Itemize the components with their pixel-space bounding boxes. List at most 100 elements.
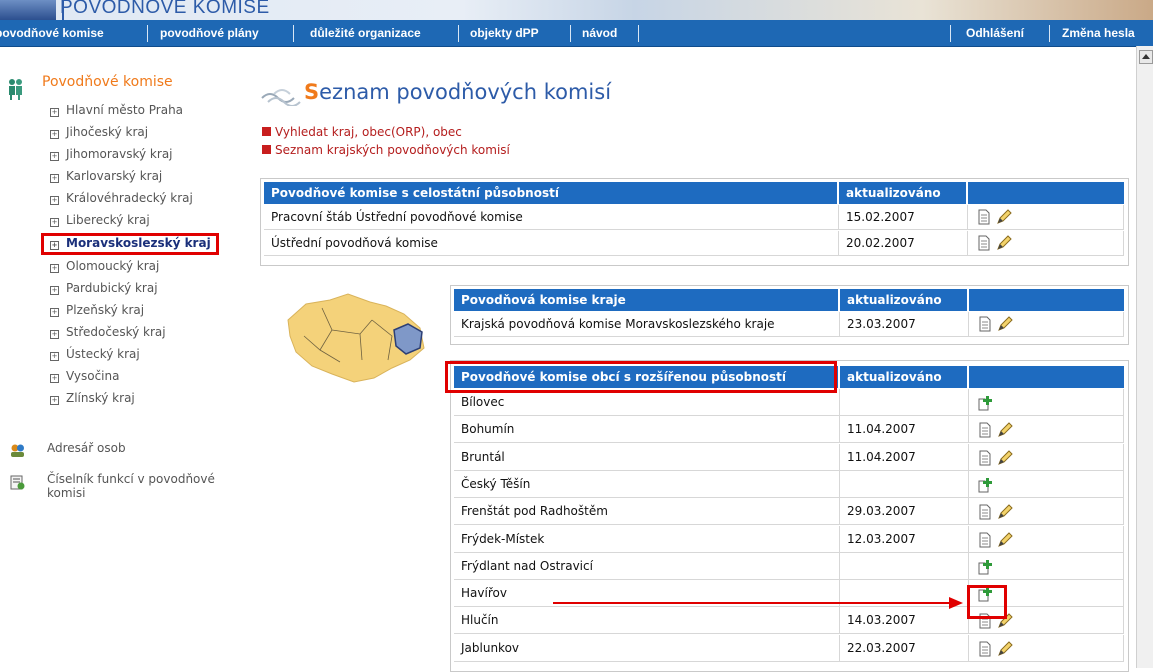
updated-date: 20.02.2007 <box>839 231 968 256</box>
red-bullet-icon <box>262 127 271 136</box>
change-password-link[interactable]: Změna hesla <box>1062 20 1135 46</box>
sidebar-item-label: Hlavní město Praha <box>66 103 184 117</box>
edit-icon[interactable] <box>997 449 1013 465</box>
page-title: Seznam povodňových komisí <box>304 80 611 104</box>
sidebar-item-pardubicky-kraj[interactable]: + Pardubický kraj <box>50 278 158 298</box>
edit-icon[interactable] <box>997 421 1013 438</box>
updated-header: aktualizováno <box>840 289 967 311</box>
add-document-icon[interactable] <box>977 394 993 411</box>
function-list-icon <box>10 475 25 490</box>
view-document-icon[interactable] <box>976 209 992 225</box>
nav-item-dulezite-organizace[interactable]: důležité organizace <box>310 20 421 46</box>
sidebar-item-label: Středočeský kraj <box>66 325 166 339</box>
nav-separator <box>950 25 951 42</box>
regional-committees-link[interactable]: Seznam krajských povodňových komisí <box>262 143 510 157</box>
actions-header <box>968 182 1124 204</box>
red-bullet-icon <box>262 145 271 154</box>
committee-name: Pracovní štáb Ústřední povodňové komise <box>264 205 839 230</box>
sidebar-item-jihocesky-kraj[interactable]: + Jihočeský kraj <box>50 122 148 142</box>
updated-date <box>840 552 969 580</box>
edit-icon[interactable] <box>997 531 1013 547</box>
updated-date <box>840 470 969 498</box>
committee-name: Ústřední povodňová komise <box>264 231 839 256</box>
view-document-icon[interactable] <box>977 531 993 547</box>
row-actions <box>968 205 1124 230</box>
expand-icon: + <box>50 374 59 383</box>
view-document-icon[interactable] <box>977 640 993 657</box>
regional-committee-table: Povodňová komise kraje aktualizováno Kra… <box>450 285 1129 345</box>
add-icon-highlight <box>967 585 1007 619</box>
people-icon <box>9 79 22 100</box>
view-document-icon[interactable] <box>977 503 993 520</box>
add-document-icon[interactable] <box>977 558 993 575</box>
expand-icon: + <box>50 174 59 183</box>
sidebar-item-olomoucky-kraj[interactable]: + Olomoucký kraj <box>50 256 159 276</box>
function-list-link[interactable]: Číselník funkcí v povodňové komisi <box>47 472 227 500</box>
committee-name: Hlučín <box>454 607 840 635</box>
row-actions <box>969 312 1124 337</box>
row-actions <box>968 231 1124 256</box>
committee-name: Bohumín <box>454 416 840 444</box>
updated-date: 14.03.2007 <box>840 607 969 635</box>
sidebar-item-ustecky-kraj[interactable]: + Ústecký kraj <box>50 344 140 364</box>
view-document-icon[interactable] <box>977 449 993 466</box>
edit-icon[interactable] <box>997 316 1013 332</box>
nav-item-navod[interactable]: návod <box>582 20 617 46</box>
municipal-committees-table: Povodňové komise obcí s rozšířenou působ… <box>450 360 1129 672</box>
updated-date: 11.04.2007 <box>840 416 969 444</box>
sidebar-item-label: Královéhradecký kraj <box>66 191 193 205</box>
edit-icon[interactable] <box>997 503 1013 520</box>
view-document-icon[interactable] <box>976 235 992 251</box>
view-document-icon[interactable] <box>977 316 993 332</box>
updated-date: 11.04.2007 <box>840 443 969 471</box>
edit-icon[interactable] <box>996 209 1012 225</box>
edit-icon[interactable] <box>997 640 1013 656</box>
selected-region-highlight <box>41 233 219 255</box>
main-nav: povodňové komise povodňové plány důležit… <box>0 20 1153 47</box>
row-actions <box>969 443 1124 471</box>
nav-separator <box>293 25 294 42</box>
nav-separator <box>1049 25 1050 42</box>
updated-header: aktualizováno <box>839 182 966 204</box>
logo <box>0 0 56 20</box>
sidebar-item-label: Zlínský kraj <box>66 391 135 405</box>
search-region-link[interactable]: Vyhledat kraj, obec(ORP), obec <box>262 125 462 139</box>
nav-item-povodnove-plany[interactable]: povodňové plány <box>160 20 259 46</box>
add-document-icon[interactable] <box>977 476 993 493</box>
logout-link[interactable]: Odhlášení <box>966 20 1024 46</box>
committee-name: Frýdlant nad Ostravicí <box>454 552 840 580</box>
sidebar-item-plzensky-kraj[interactable]: + Plzeňský kraj <box>50 300 144 320</box>
sidebar-item-vysocina[interactable]: + Vysočina <box>50 366 119 386</box>
address-book-icon <box>11 444 24 457</box>
sidebar-item-label: Olomoucký kraj <box>66 259 160 273</box>
expand-icon: + <box>50 352 59 361</box>
sidebar-item-label: Plzeňský kraj <box>66 303 145 317</box>
committee-name: Bruntál <box>454 443 840 471</box>
updated-date: 12.03.2007 <box>840 525 969 553</box>
updated-date <box>840 389 969 416</box>
address-book-link[interactable]: Adresář osob <box>47 441 126 455</box>
committee-name: Český Těšín <box>454 470 840 498</box>
sidebar-item-kralovehradecky-kraj[interactable]: + Královéhradecký kraj <box>50 188 193 208</box>
sidebar-item-label: Jihomoravský kraj <box>66 147 173 161</box>
sidebar-item-label: Karlovarský kraj <box>66 169 163 183</box>
committee-name: Jablunkov <box>454 634 840 662</box>
expand-icon: + <box>50 286 59 295</box>
sidebar-item-jihomoravsky-kraj[interactable]: + Jihomoravský kraj <box>50 144 173 164</box>
table-header: Povodňové komise s celostátní působností <box>264 182 837 204</box>
nav-item-povodnove-komise[interactable]: povodňové komise <box>0 20 104 46</box>
sidebar-item-liberecky-kraj[interactable]: + Liberecký kraj <box>50 210 150 230</box>
sidebar-item-zlinsky-kraj[interactable]: + Zlínský kraj <box>50 388 135 408</box>
sidebar-item-karlovarsky-kraj[interactable]: + Karlovarský kraj <box>50 166 162 186</box>
sidebar-item-stredocesky-kraj[interactable]: + Středočeský kraj <box>50 322 166 342</box>
row-actions <box>969 525 1124 553</box>
updated-date: 15.02.2007 <box>839 205 968 230</box>
table-header-highlight <box>445 361 837 393</box>
sidebar-item-label: Jihočeský kraj <box>66 125 149 139</box>
nav-item-objekty-dpp[interactable]: objekty dPP <box>470 20 539 46</box>
sidebar-item-hlavni-mesto-praha[interactable]: + Hlavní město Praha <box>50 100 183 120</box>
edit-icon[interactable] <box>996 235 1012 251</box>
view-document-icon[interactable] <box>977 421 993 438</box>
scroll-up-button[interactable] <box>1139 50 1153 64</box>
vertical-scrollbar[interactable] <box>1136 46 1153 668</box>
